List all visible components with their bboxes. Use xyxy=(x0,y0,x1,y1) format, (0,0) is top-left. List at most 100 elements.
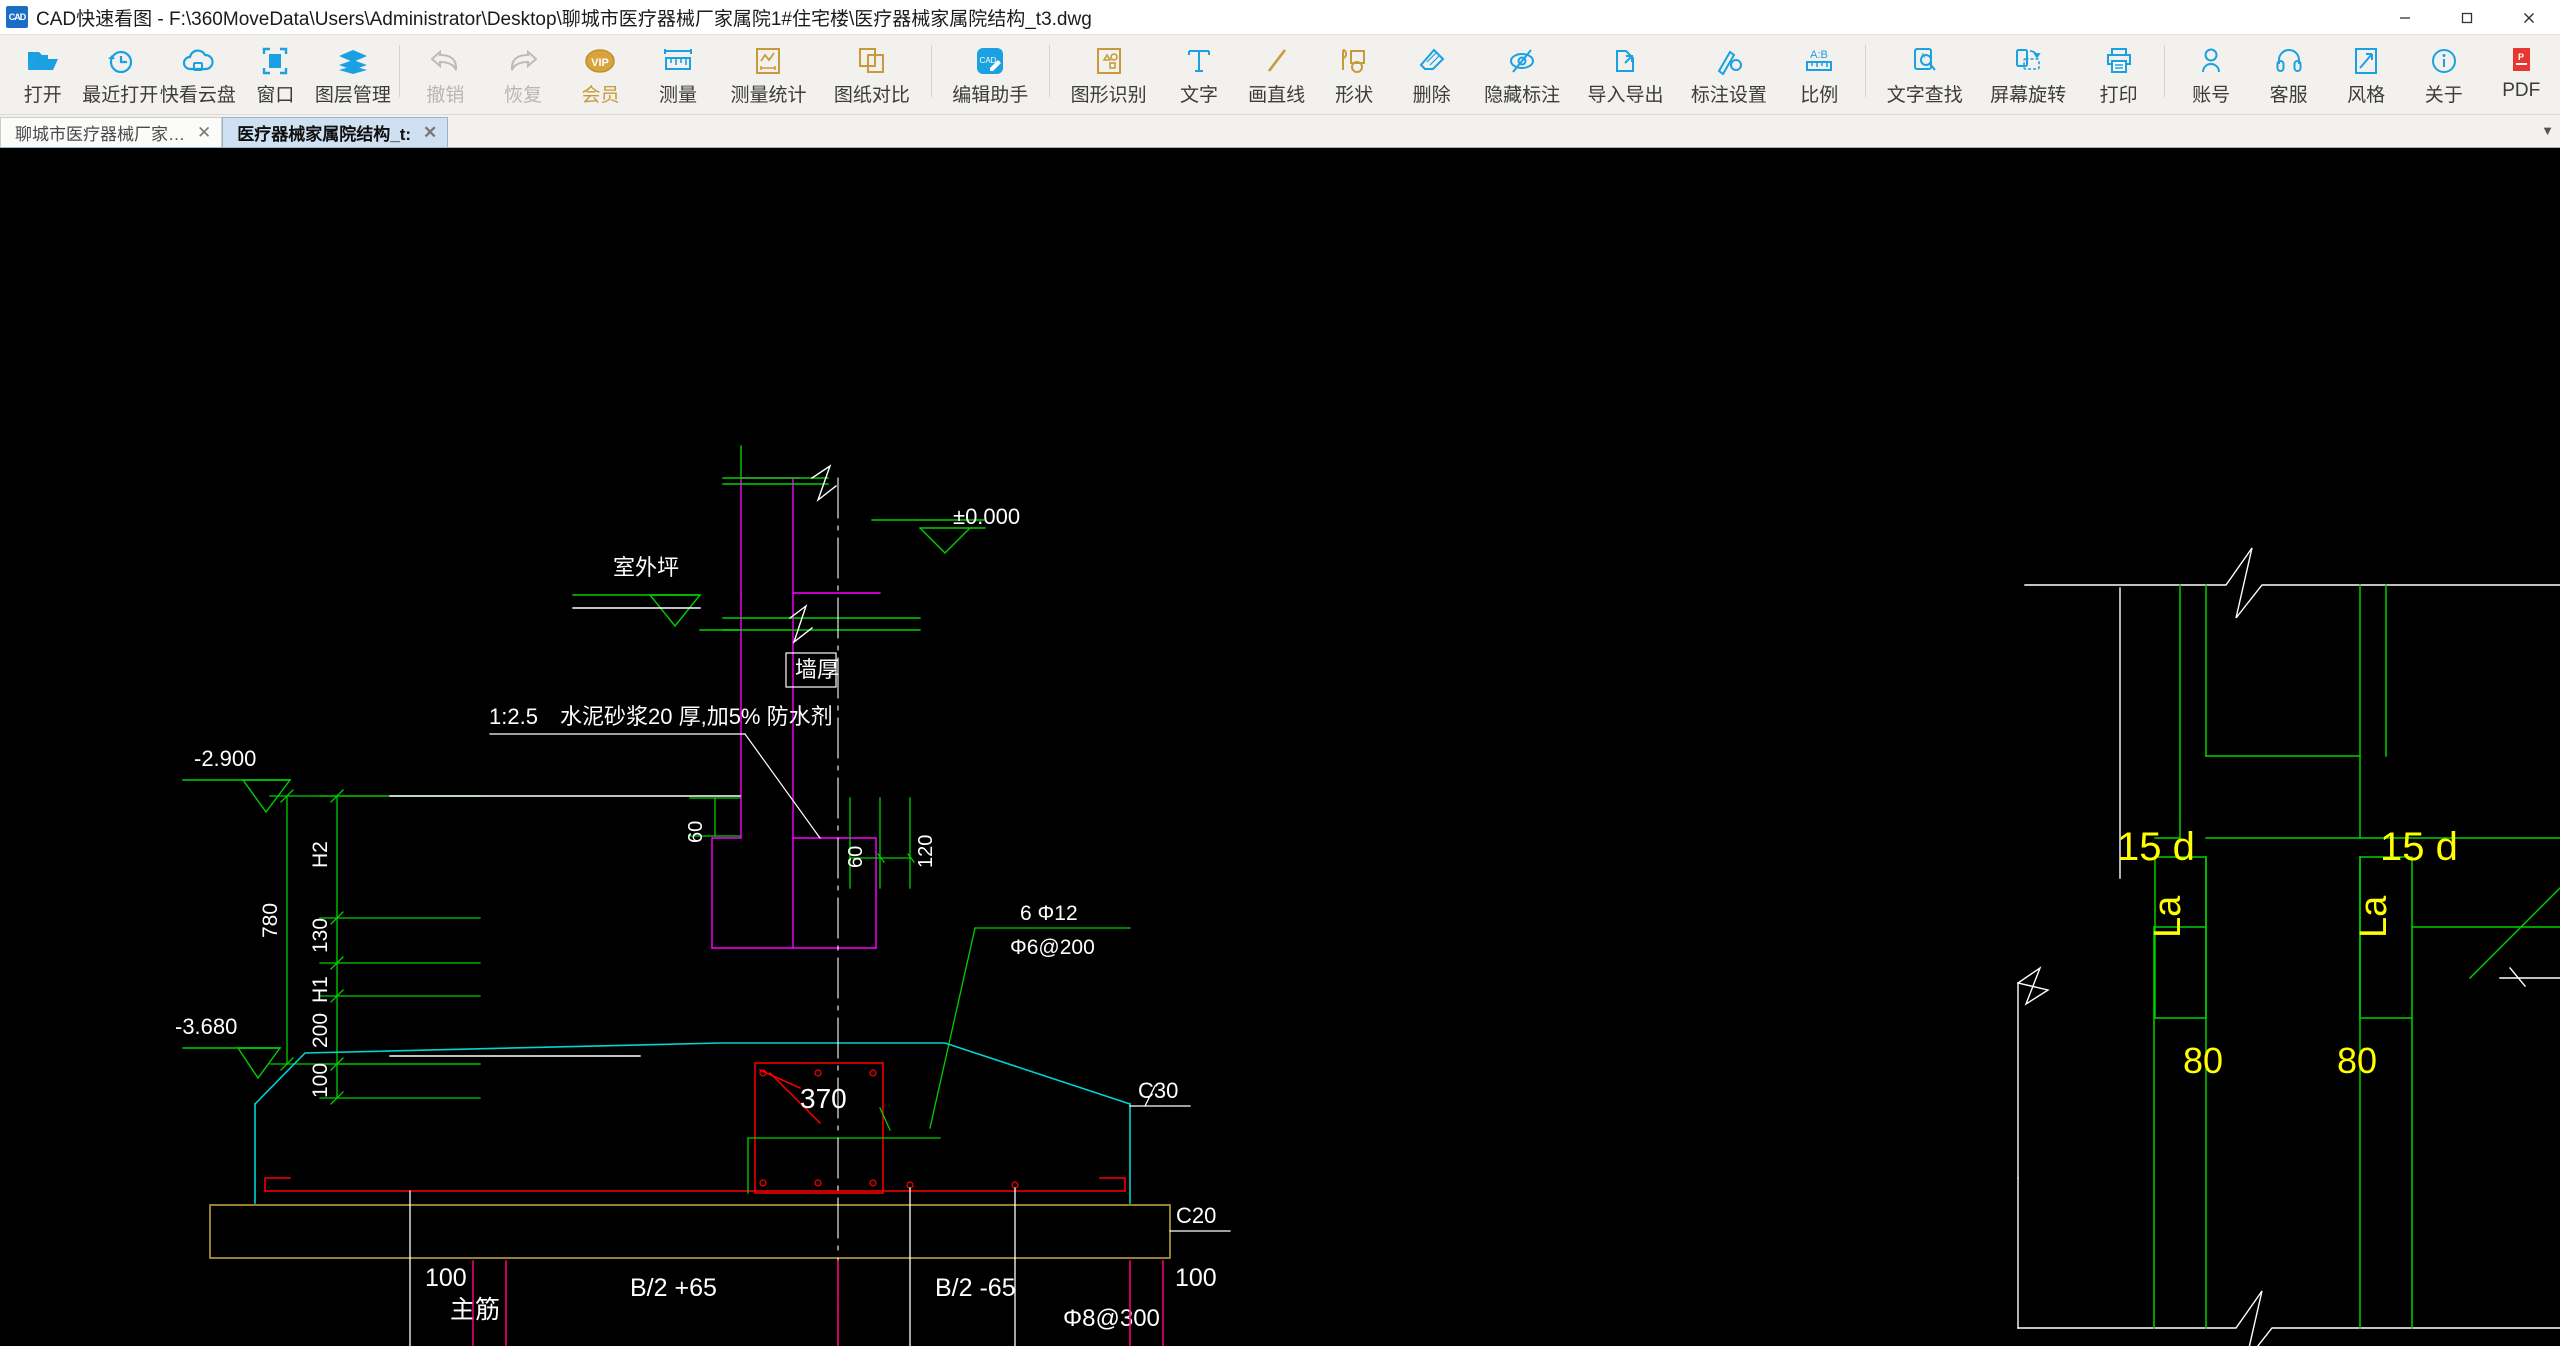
redo-label: 恢复 xyxy=(503,85,542,106)
text-tool-label: 文字 xyxy=(1180,85,1219,106)
cloud-disk-button[interactable]: 快看云盘 xyxy=(159,35,237,113)
scale-ratio-button[interactable]: A:B 比例 xyxy=(1781,35,1859,113)
eraser-icon xyxy=(1418,44,1446,78)
measure-statistics-button[interactable]: 测量统计 xyxy=(717,35,820,113)
cad-label-ratio: 1:2.5 xyxy=(489,704,538,729)
document-tab-2-close-icon[interactable]: ✕ xyxy=(423,123,437,143)
shapes-tool-label: 形状 xyxy=(1335,85,1374,106)
recent-files-button[interactable]: 最近打开 xyxy=(82,35,160,113)
svg-text:P: P xyxy=(2518,52,2524,62)
screen-rotate-icon xyxy=(2013,44,2043,78)
redo-button[interactable]: 恢复 xyxy=(484,35,562,113)
text-search-button[interactable]: A 文字查找 xyxy=(1873,35,1976,113)
cad-dim-100-br: 100 xyxy=(1175,1264,1217,1292)
compare-drawings-icon xyxy=(857,44,887,78)
cad-label-370: 370 xyxy=(800,1083,847,1114)
cad-label-La-left: La xyxy=(2147,895,2189,938)
edit-assistant-button[interactable]: CAD 编辑助手 xyxy=(939,35,1042,113)
cad-dim-130: 130 xyxy=(309,918,332,953)
window-frame-icon xyxy=(262,44,288,78)
maximize-button[interactable] xyxy=(2436,0,2498,35)
cad-dim-60b: 60 xyxy=(845,846,867,868)
support-button[interactable]: 客服 xyxy=(2250,35,2328,113)
shape-recognize-button[interactable]: 图形识别 xyxy=(1057,35,1160,113)
cad-dim-H1: H1 xyxy=(309,976,332,1003)
user-account-icon xyxy=(2198,44,2224,78)
support-label: 客服 xyxy=(2269,85,2308,106)
cad-canvas[interactable]: ±0.000 室外坪 墙厚 1:2.5 水泥砂浆20 厚,加5% 防水剂 -2.… xyxy=(0,148,2560,1346)
title-bar: CAD CAD快速看图 - F:\360MoveData\Users\Admin… xyxy=(0,0,2560,35)
compare-drawings-label: 图纸对比 xyxy=(833,85,910,106)
open-button[interactable]: 打开 xyxy=(4,35,82,113)
document-tab-1-label: 聊城市医疗器械厂家… xyxy=(15,125,185,144)
undo-arrow-icon xyxy=(429,44,461,78)
hide-annotation-button[interactable]: 隐藏标注 xyxy=(1470,35,1573,113)
cad-label-phi8-300: Φ8@300 xyxy=(1063,1305,1160,1332)
info-about-icon xyxy=(2430,44,2458,78)
compare-drawings-button[interactable]: 图纸对比 xyxy=(820,35,923,113)
measure-button[interactable]: 测量 xyxy=(639,35,717,113)
document-tab-2[interactable]: 医疗器械家属院结构_t: ✕ xyxy=(222,117,449,147)
line-tool-label: 画直线 xyxy=(1248,85,1306,106)
line-tool-button[interactable]: 画直线 xyxy=(1238,35,1316,113)
layers-icon xyxy=(337,44,369,78)
vip-membership-button[interactable]: VIP 会员 xyxy=(562,35,640,113)
text-search-label: 文字查找 xyxy=(1886,85,1963,106)
vip-label: 会员 xyxy=(581,85,620,106)
document-tab-2-label: 医疗器械家属院结构_t: xyxy=(237,125,412,144)
cloud-lock-icon xyxy=(181,44,215,78)
about-button[interactable]: 关于 xyxy=(2405,35,2483,113)
print-button[interactable]: 打印 xyxy=(2080,35,2158,113)
cad-dim-100-bl: 100 xyxy=(425,1264,467,1292)
app-icon: CAD xyxy=(6,6,28,28)
layer-manager-label: 图层管理 xyxy=(314,85,391,106)
cad-dim-200: 200 xyxy=(309,1013,332,1048)
shapes-tool-icon xyxy=(1339,44,1369,78)
cad-label-C20: C20 xyxy=(1176,1203,1216,1228)
cad-label-C30: C30 xyxy=(1138,1078,1178,1103)
pdf-button[interactable]: P PDF xyxy=(2482,35,2560,113)
about-label: 关于 xyxy=(2424,85,2463,106)
layer-manager-button[interactable]: 图层管理 xyxy=(314,35,392,113)
svg-text:CAD: CAD xyxy=(980,56,997,65)
delete-label: 删除 xyxy=(1412,85,1451,106)
document-tab-1[interactable]: 聊城市医疗器械厂家… ✕ xyxy=(0,117,223,147)
minimize-button[interactable] xyxy=(2374,0,2436,35)
account-button[interactable]: 账号 xyxy=(2172,35,2250,113)
annotation-settings-icon xyxy=(1714,44,1744,78)
measure-label: 测量 xyxy=(659,85,698,106)
pdf-file-icon: P xyxy=(2508,44,2534,78)
import-export-label: 导入导出 xyxy=(1587,85,1664,106)
import-export-button[interactable]: 导入导出 xyxy=(1574,35,1677,113)
cad-label-shiwaiping: 室外坪 xyxy=(613,555,679,580)
edit-assistant-icon: CAD xyxy=(975,44,1005,78)
text-tool-button[interactable]: 文字 xyxy=(1160,35,1238,113)
scale-ratio-label: 比例 xyxy=(1800,85,1839,106)
annotation-settings-button[interactable]: 标注设置 xyxy=(1677,35,1780,113)
shape-recognize-label: 图形识别 xyxy=(1070,85,1147,106)
text-tool-icon xyxy=(1186,44,1212,78)
toolbar-separator xyxy=(1865,45,1867,97)
cad-label-80-left: 80 xyxy=(2183,1040,2223,1081)
cad-dim-b2-plus65: B/2 +65 xyxy=(630,1274,717,1302)
window-label: 窗口 xyxy=(256,85,295,106)
svg-text:VIP: VIP xyxy=(592,57,610,69)
cad-label-La-right: La xyxy=(2353,895,2395,938)
screen-rotate-label: 屏幕旋转 xyxy=(1990,85,2067,106)
tab-overflow-caret-icon[interactable]: ▼ xyxy=(2541,123,2554,138)
cad-label-qianghou: 墙厚 xyxy=(795,657,839,682)
style-theme-icon xyxy=(2352,44,2380,78)
printer-icon xyxy=(2105,44,2133,78)
delete-button[interactable]: 删除 xyxy=(1393,35,1471,113)
close-button[interactable] xyxy=(2498,0,2560,35)
undo-button[interactable]: 撤销 xyxy=(407,35,485,113)
svg-text:A:B: A:B xyxy=(1810,49,1828,61)
window-button[interactable]: 窗口 xyxy=(237,35,315,113)
cad-label-80-right: 80 xyxy=(2337,1040,2377,1081)
document-tab-1-close-icon[interactable]: ✕ xyxy=(197,123,211,143)
style-button[interactable]: 风格 xyxy=(2327,35,2405,113)
shapes-tool-button[interactable]: 形状 xyxy=(1315,35,1393,113)
toolbar-separator xyxy=(930,45,932,97)
screen-rotate-button[interactable]: 屏幕旋转 xyxy=(1976,35,2079,113)
cad-label-15d-left: 15 d xyxy=(2117,825,2195,869)
